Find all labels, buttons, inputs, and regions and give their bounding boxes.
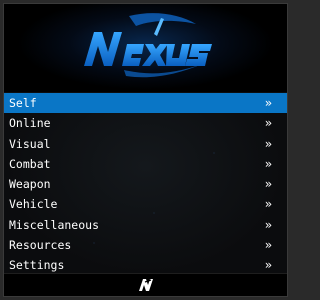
menu-item-label: Visual	[9, 136, 51, 151]
nexus-logo	[84, 13, 212, 78]
chevron-right-icon: »	[264, 197, 272, 212]
chevron-right-icon: »	[264, 156, 272, 171]
menu-item-label: Miscellaneous	[9, 217, 100, 232]
menu-item-miscellaneous[interactable]: Miscellaneous »	[4, 215, 287, 235]
menu-item-label: Self	[9, 96, 37, 110]
menu-item-combat[interactable]: Combat »	[4, 154, 287, 174]
menu-item-label: Combat	[9, 156, 51, 171]
menu-footer	[4, 273, 287, 296]
mod-menu: Self » Online » Visual » Combat » Weapon…	[3, 3, 288, 297]
chevron-right-icon: »	[264, 177, 272, 192]
menu-item-vehicle[interactable]: Vehicle »	[4, 194, 287, 214]
menu-item-online[interactable]: Online »	[4, 113, 287, 133]
menu-item-self[interactable]: Self »	[4, 93, 287, 114]
menu-item-visual[interactable]: Visual »	[4, 134, 287, 154]
menu-item-label: Online	[9, 116, 51, 131]
chevron-right-icon: »	[264, 136, 272, 151]
menu-list: Self » Online » Visual » Combat » Weapon…	[4, 93, 287, 276]
chevron-right-icon: »	[264, 217, 272, 232]
menu-item-label: Resources	[9, 238, 72, 253]
menu-item-label: Weapon	[9, 177, 51, 192]
header-banner	[4, 4, 287, 92]
nexus-n-icon	[138, 279, 153, 291]
chevron-right-icon: »	[264, 238, 272, 253]
menu-item-label: Vehicle	[9, 197, 58, 212]
menu-item-resources[interactable]: Resources »	[4, 235, 287, 255]
menu-item-weapon[interactable]: Weapon »	[4, 174, 287, 194]
chevron-right-icon: »	[264, 116, 272, 131]
chevron-right-icon: »	[264, 96, 272, 110]
